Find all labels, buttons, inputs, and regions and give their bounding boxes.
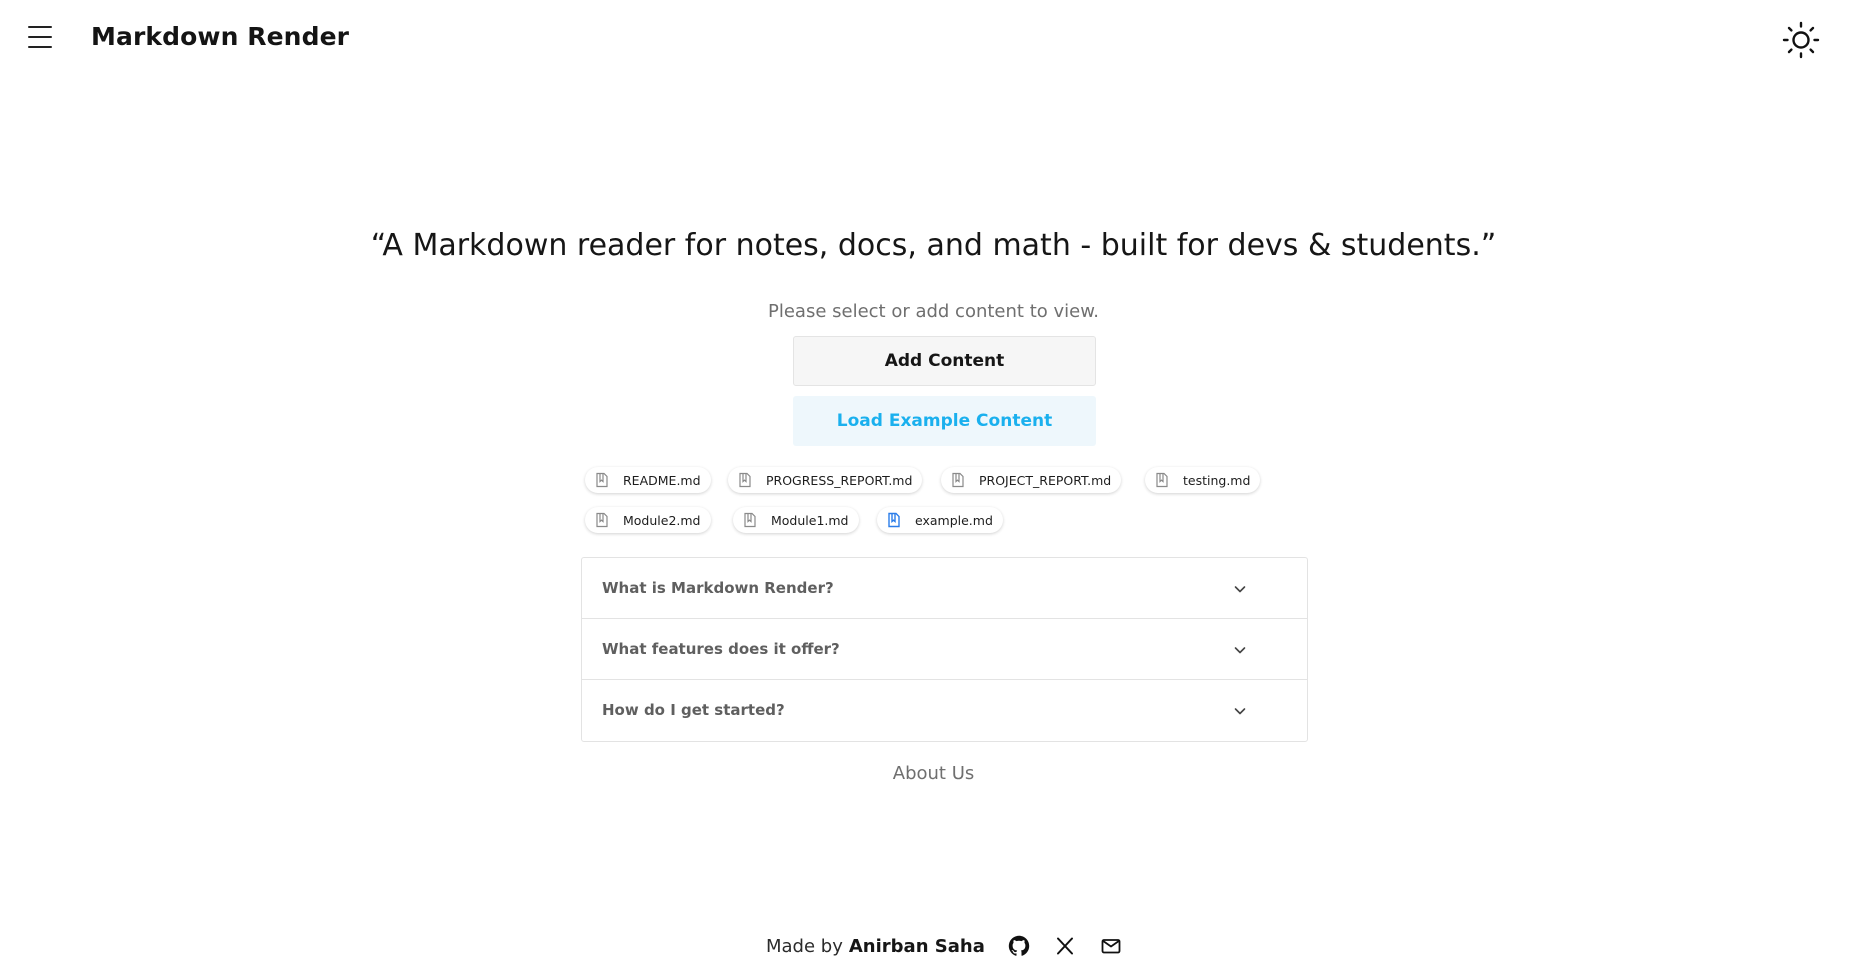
made-by-text: Made by (766, 935, 843, 957)
file-chip-label: PROGRESS_REPORT.md (766, 472, 913, 488)
mail-icon[interactable] (1099, 934, 1123, 958)
file-chip[interactable]: testing.md (1145, 467, 1261, 493)
file-chip[interactable]: PROJECT_REPORT.md (941, 467, 1122, 493)
add-content-button[interactable]: Add Content (793, 336, 1096, 386)
sun-icon[interactable] (1781, 20, 1821, 60)
faq-accordion: What is Markdown Render? What features d… (581, 557, 1308, 742)
top-bar: Markdown Render (0, 0, 1867, 80)
about-us-container: About Us (0, 763, 1867, 784)
file-chip-label: testing.md (1183, 472, 1251, 488)
file-chip[interactable]: Module2.md (585, 507, 711, 533)
chevron-down-icon (1234, 647, 1246, 654)
faq-question: How do I get started? (602, 701, 785, 719)
author-name: Anirban Saha (848, 935, 985, 957)
app-title: Markdown Render (91, 22, 350, 51)
footer: Made by Anirban Saha (766, 930, 1123, 962)
file-chip-label: PROJECT_REPORT.md (979, 472, 1112, 488)
file-icon (952, 472, 964, 488)
file-chip-label: Module2.md (623, 512, 701, 528)
file-icon (888, 512, 900, 528)
faq-item[interactable]: What is Markdown Render? (582, 558, 1307, 619)
file-chip-label: Module1.md (771, 512, 849, 528)
file-icon (596, 472, 608, 488)
faq-question: What is Markdown Render? (602, 579, 834, 597)
empty-state-prompt: Please select or add content to view. (767, 301, 1100, 322)
page: Markdown Render “A Markdown reader for n… (0, 0, 1867, 972)
github-icon[interactable] (1007, 934, 1031, 958)
chevron-down-icon (1234, 708, 1246, 715)
faq-question: What features does it offer? (602, 640, 840, 658)
file-chip[interactable]: Module1.md (733, 507, 859, 533)
faq-item[interactable]: What features does it offer? (582, 619, 1307, 680)
file-chip-active[interactable]: example.md (877, 507, 1003, 533)
x-twitter-icon[interactable] (1053, 934, 1077, 958)
hamburger-menu-icon[interactable] (28, 26, 54, 48)
file-icon (744, 512, 756, 528)
file-icon (1156, 472, 1168, 488)
file-chip[interactable]: README.md (585, 467, 711, 493)
file-chip[interactable]: PROGRESS_REPORT.md (728, 467, 923, 493)
file-icon (739, 472, 751, 488)
chevron-down-icon (1234, 586, 1246, 593)
tagline: “A Markdown reader for notes, docs, and … (370, 228, 1497, 263)
about-us-link[interactable]: About Us (893, 763, 975, 784)
file-icon (596, 512, 608, 528)
file-chip-label: example.md (915, 512, 993, 528)
load-example-content-button[interactable]: Load Example Content (793, 396, 1096, 446)
file-chip-label: README.md (623, 472, 701, 488)
faq-item[interactable]: How do I get started? (582, 680, 1307, 741)
